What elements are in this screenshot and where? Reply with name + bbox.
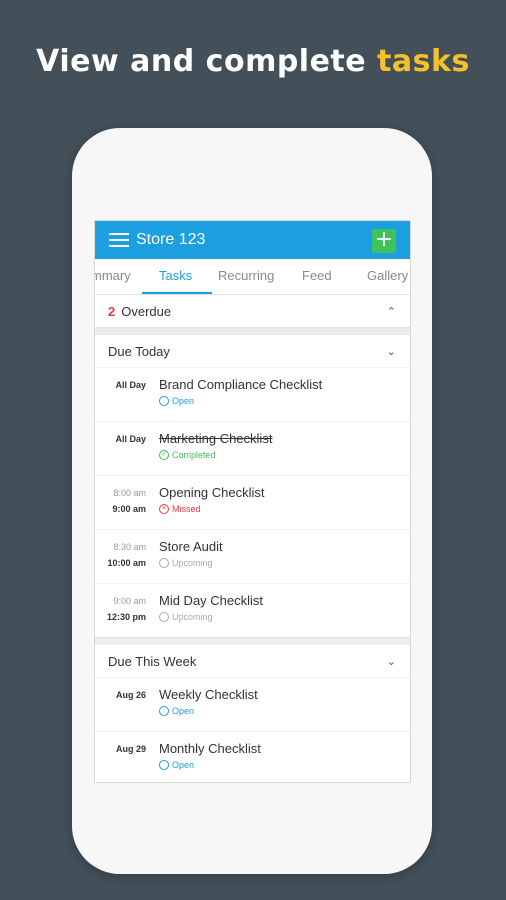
check-circle-icon: ✓ — [159, 450, 169, 460]
due-today-header[interactable]: Due Today ⌄ — [95, 335, 410, 367]
status-label: Open — [172, 706, 195, 716]
tab-bar: mmary Tasks Recurring Feed Gallery — [95, 259, 410, 295]
task-name: Store Audit — [159, 539, 223, 554]
headline-text: View and complete — [36, 44, 378, 79]
due-today-title: Due Today — [108, 343, 170, 359]
task-row[interactable]: 9:00 am 12:30 pm Mid Day Checklist Upcom… — [95, 583, 410, 637]
add-task-button[interactable]: + — [372, 229, 396, 253]
task-status: Upcoming — [159, 612, 213, 622]
task-status: Open — [159, 760, 194, 770]
task-status: ✓ Completed — [159, 450, 216, 460]
task-time: All Day — [115, 380, 146, 390]
task-time: All Day — [115, 434, 146, 444]
overdue-section[interactable]: 2 Overdue ⌃ — [95, 295, 410, 327]
due-this-week-header[interactable]: Due This Week ⌄ — [95, 645, 410, 677]
task-row[interactable]: 8:30 am 10:00 am Store Audit Upcoming — [95, 529, 410, 583]
task-status: × Missed — [159, 504, 201, 514]
chevron-down-icon[interactable]: ⌄ — [387, 655, 396, 668]
task-due-time: 10:00 am — [107, 558, 146, 568]
task-due-time: 12:30 pm — [106, 612, 146, 622]
task-name: Marketing Checklist — [159, 431, 273, 446]
task-name: Weekly Checklist — [159, 687, 258, 702]
task-start-time: 8:00 am — [113, 488, 146, 498]
x-circle-icon: × — [159, 504, 169, 514]
headline-accent: tasks — [377, 44, 470, 79]
status-label: Open — [172, 396, 195, 406]
overdue-header[interactable]: 2 Overdue ⌃ — [95, 295, 410, 327]
status-label: Open — [172, 760, 195, 770]
active-tab-indicator — [142, 292, 212, 294]
open-circle-icon — [159, 396, 169, 406]
task-row[interactable]: 8:00 am 9:00 am Opening Checklist × Misse… — [95, 475, 410, 529]
store-title: Store 123 — [136, 231, 206, 248]
overdue-count: 2 — [108, 303, 116, 319]
upcoming-circle-icon — [159, 558, 169, 568]
task-row[interactable]: All Day Brand Compliance Checklist Open — [95, 367, 410, 421]
task-status: Upcoming — [159, 558, 213, 568]
tab-gallery[interactable]: Gallery — [367, 259, 408, 294]
task-name: Brand Compliance Checklist — [159, 377, 323, 392]
task-status: Open — [159, 706, 194, 716]
open-circle-icon — [159, 706, 169, 716]
task-due-time: 9:00 am — [112, 504, 146, 514]
task-row[interactable]: Aug 29 Monthly Checklist Open — [95, 731, 410, 782]
app-screen: Store 123 + mmary Tasks Recurring Feed G… — [94, 220, 411, 783]
task-row[interactable]: All Day Marketing Checklist ✓ Completed — [95, 421, 410, 475]
due-this-week-title: Due This Week — [108, 653, 197, 669]
task-start-time: 9:00 am — [113, 596, 146, 606]
task-name: Opening Checklist — [159, 485, 265, 500]
status-label: Upcoming — [172, 612, 213, 622]
task-start-time: 8:30 am — [113, 542, 146, 552]
upcoming-circle-icon — [159, 612, 169, 622]
task-name: Mid Day Checklist — [159, 593, 264, 608]
chevron-up-icon[interactable]: ⌃ — [387, 305, 396, 318]
status-label: Upcoming — [172, 558, 213, 568]
status-label: Completed — [172, 450, 216, 460]
tab-tasks[interactable]: Tasks — [159, 259, 192, 294]
tab-summary[interactable]: mmary — [95, 259, 131, 294]
due-this-week-section: Due This Week ⌄ Aug 26 Weekly Checklist … — [95, 645, 410, 782]
app-bar: Store 123 + — [95, 221, 410, 259]
menu-icon[interactable] — [109, 233, 129, 247]
task-date: Aug 26 — [115, 690, 146, 700]
task-status: Open — [159, 396, 194, 406]
tab-recurring[interactable]: Recurring — [218, 259, 274, 294]
task-row[interactable]: Aug 26 Weekly Checklist Open — [95, 677, 410, 731]
task-date: Aug 29 — [115, 744, 146, 754]
open-circle-icon — [159, 760, 169, 770]
headline: View and complete tasks — [0, 44, 506, 79]
task-name: Monthly Checklist — [159, 741, 261, 756]
due-today-section: Due Today ⌄ All Day Brand Compliance Che… — [95, 335, 410, 637]
status-label: Missed — [172, 504, 201, 514]
tab-feed[interactable]: Feed — [302, 259, 332, 294]
chevron-down-icon[interactable]: ⌄ — [387, 345, 396, 358]
overdue-label: Overdue — [121, 303, 172, 319]
